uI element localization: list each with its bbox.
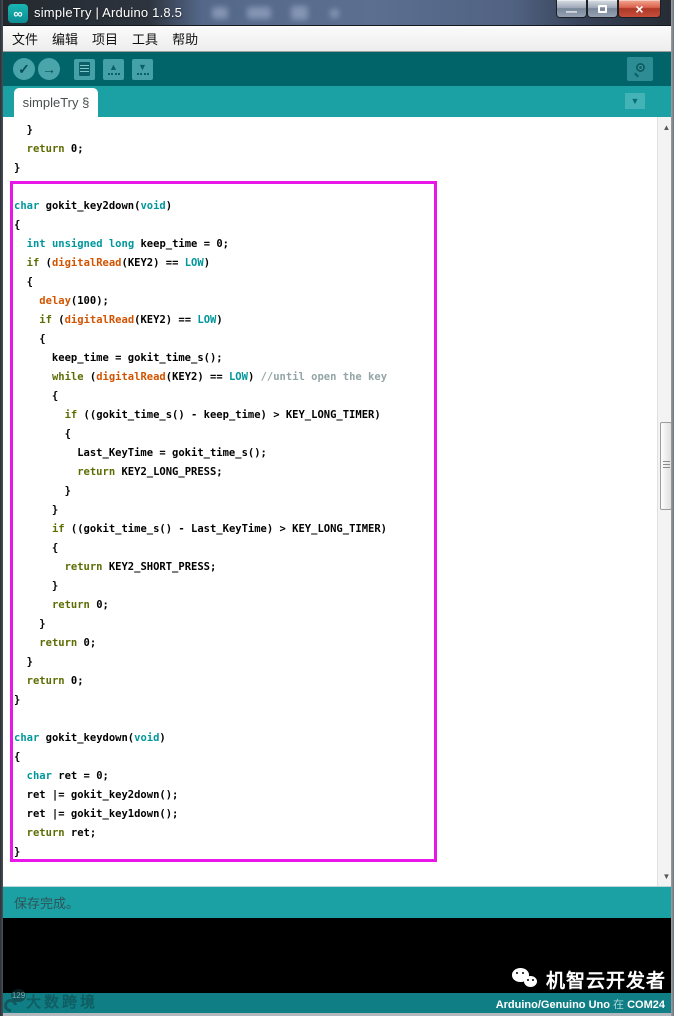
code-line: if (digitalRead(KEY2) == LOW) [26,257,211,269]
code-line: ret |= gokit_key1down(); [14,808,179,820]
bottom-left-watermark: 129 大数跨境 [1,989,99,1015]
toolbar: ✓ → ▲ ▼ [0,52,674,86]
swirl-logo-icon: 129 [1,989,26,1015]
arduino-ide-window: ∞ simpleTry | Arduino 1.8.5 — × 文件 编辑 项目 工具… [0,0,674,1016]
code-line: { [14,219,21,231]
watermark-text: 大数跨境 [26,994,99,1011]
console-output: 机智云开发者 [0,918,674,993]
blurred-overlay [291,6,308,20]
code-line: { [14,428,71,440]
code-line: int unsigned long keep_time = 0; [26,238,229,250]
magnifier-icon [633,62,647,77]
code-line: } [14,504,59,516]
code-line: return 0; [26,143,84,155]
code-line: char gokit_key2down(void) [14,200,173,212]
arduino-logo-icon: ∞ [8,4,28,23]
code-line: } [14,656,33,668]
code-editor[interactable]: } return 0;} char gokit_key2down(void) { i… [0,117,674,886]
tab-simpletry[interactable]: simpleTry § [14,88,98,117]
status-bar: 保存完成。 [0,886,674,918]
code-line: if ((gokit_time_s() - keep_time) > KEY_L… [64,409,381,421]
save-icon: ▼ [136,63,149,75]
menu-item[interactable]: 项目 [92,29,118,48]
code-line: { [14,751,21,763]
upload-button[interactable]: → [38,58,60,80]
code-content: } return 0;} char gokit_key2down(void) { i… [0,117,657,886]
verify-button[interactable]: ✓ [13,58,35,80]
code-line: Last_KeyTime = gokit_time_s(); [14,447,267,459]
close-icon: × [635,0,644,17]
code-line: char gokit_keydown(void) [14,732,166,744]
code-line: return ret; [26,827,97,839]
code-line: } [14,618,46,630]
window-left-edge [0,0,3,1016]
blurred-overlay [212,7,228,19]
menu-bar: 文件 编辑 项目 工具 帮助 [0,26,674,52]
blurred-overlay [330,9,339,18]
maximize-icon [598,4,607,13]
title-bar: ∞ simpleTry | Arduino 1.8.5 — × [0,0,674,26]
menu-item[interactable]: 工具 [132,29,158,48]
code-line: ret |= gokit_key2down(); [14,789,179,801]
minimize-button[interactable]: — [556,0,587,18]
menu-item[interactable]: 编辑 [52,29,78,48]
code-line: } [14,580,59,592]
footer-bar: 129 大数跨境 Arduino/Genuino Uno 在 COM24 [0,989,674,1016]
wechat-icon [511,968,539,991]
code-line: { [14,390,59,402]
blurred-overlay [247,7,271,19]
code-line: if (digitalRead(KEY2) == LOW) [39,314,223,326]
code-line: if ((gokit_time_s() - Last_KeyTime) > KE… [51,523,387,535]
code-line: return KEY2_LONG_PRESS; [77,466,223,478]
code-line: keep_time = gokit_time_s(); [14,352,223,364]
save-button[interactable]: ▼ [132,58,153,80]
watermark-badge: 129 [11,989,26,1002]
tab-bar: simpleTry § ▼ [0,86,674,117]
code-line: return 0; [39,637,97,649]
code-line: } [14,162,21,174]
window-title: simpleTry | Arduino 1.8.5 [34,5,183,20]
chevron-down-icon: ▼ [630,96,640,106]
close-button[interactable]: × [618,0,661,18]
tab-menu-button[interactable]: ▼ [625,93,645,109]
menu-item[interactable]: 文件 [12,29,38,48]
wechat-watermark: 机智云开发者 [511,966,666,993]
code-line: } [14,124,33,136]
new-sketch-button[interactable] [74,58,95,80]
code-line: return KEY2_SHORT_PRESS; [64,561,217,573]
code-line: char ret = 0; [26,770,109,782]
code-line: { [14,276,33,288]
code-line: { [14,542,59,554]
serial-monitor-button[interactable] [627,57,653,81]
maximize-button[interactable] [587,0,618,18]
board-port-status: Arduino/Genuino Uno 在 COM24 [496,996,665,1012]
document-icon [79,62,90,76]
code-line: delay(100); [39,295,109,307]
code-line: } [14,846,21,858]
code-line: } [14,485,71,497]
right-arrow-icon: → [42,61,56,77]
open-button[interactable]: ▲ [103,58,124,80]
code-line: return 0; [51,599,109,611]
status-message: 保存完成。 [14,896,80,911]
code-line: return 0; [26,675,84,687]
port-name: COM24 [627,999,665,1011]
open-icon: ▲ [107,63,120,75]
minimize-icon: — [566,5,577,18]
window-controls: — × [556,0,661,18]
checkmark-icon: ✓ [18,60,30,77]
board-name: Arduino/Genuino Uno [495,999,610,1011]
port-preposition: 在 [613,999,625,1011]
code-line: { [14,333,46,345]
menu-item[interactable]: 帮助 [172,29,198,48]
scrollbar-grip [663,464,670,465]
watermark-text: 机智云开发者 [545,971,666,992]
code-line: } [14,694,21,706]
code-line: while (digitalRead(KEY2) == LOW) //until… [51,371,388,383]
